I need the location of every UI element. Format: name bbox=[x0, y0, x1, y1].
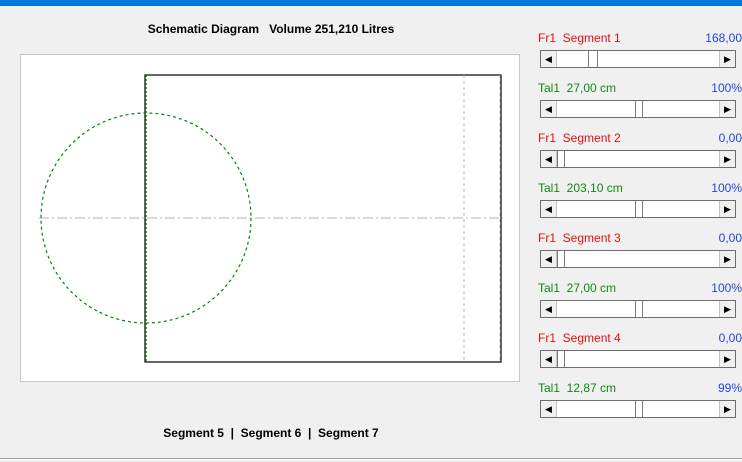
control-label: Fr1 Segment 1 bbox=[538, 31, 621, 45]
schematic-svg bbox=[39, 74, 503, 363]
arrow-left-icon[interactable]: ◀ bbox=[541, 301, 557, 317]
arrow-right-icon[interactable]: ▶ bbox=[719, 101, 735, 117]
scrollbar-thumb[interactable] bbox=[557, 251, 565, 267]
control-value: 168,00 bbox=[705, 31, 742, 45]
scrollbar-tal1[interactable]: ◀ ▶ bbox=[540, 100, 736, 118]
scrollbar-thumb[interactable] bbox=[557, 151, 565, 167]
control-fr4: Fr1 Segment 4 0,00 ◀ ▶ bbox=[538, 330, 742, 380]
arrow-right-icon[interactable]: ▶ bbox=[719, 351, 735, 367]
scrollbar-thumb[interactable] bbox=[635, 201, 643, 217]
diagram-title: Schematic Diagram Volume 251,210 Litres bbox=[147, 22, 395, 36]
control-value: 100% bbox=[711, 281, 742, 295]
control-value: 0,00 bbox=[718, 231, 742, 245]
control-label: Tal1 27,00 cm bbox=[538, 81, 617, 95]
scrollbar-track[interactable] bbox=[557, 301, 719, 317]
control-value: 0,00 bbox=[718, 331, 742, 345]
arrow-left-icon[interactable]: ◀ bbox=[541, 51, 557, 67]
control-tal4: Tal1 12,87 cm 99% ◀ ▶ bbox=[538, 380, 742, 430]
control-fr2: Fr1 Segment 2 0,00 ◀ ▶ bbox=[538, 130, 742, 180]
control-label-row: Tal1 12,87 cm 99% bbox=[538, 380, 742, 396]
title-bar-accent bbox=[0, 0, 742, 6]
arrow-left-icon[interactable]: ◀ bbox=[541, 201, 557, 217]
scrollbar-thumb[interactable] bbox=[557, 351, 565, 367]
control-value: 0,00 bbox=[718, 131, 742, 145]
scrollbar-thumb[interactable] bbox=[588, 51, 598, 67]
arrow-right-icon[interactable]: ▶ bbox=[719, 251, 735, 267]
scrollbar-tal4[interactable]: ◀ ▶ bbox=[540, 400, 736, 418]
control-label: Tal1 27,00 cm bbox=[538, 281, 617, 295]
arrow-left-icon[interactable]: ◀ bbox=[541, 251, 557, 267]
arrow-right-icon[interactable]: ▶ bbox=[719, 301, 735, 317]
control-fr1: Fr1 Segment 1 168,00 ◀ ▶ bbox=[538, 30, 742, 80]
arrow-right-icon[interactable]: ▶ bbox=[719, 151, 735, 167]
control-tal3: Tal1 27,00 cm 100% ◀ ▶ bbox=[538, 280, 742, 330]
control-label-row: Tal1 27,00 cm 100% bbox=[538, 280, 742, 296]
control-label-row: Fr1 Segment 3 0,00 bbox=[538, 230, 742, 246]
scrollbar-thumb[interactable] bbox=[635, 401, 643, 417]
arrow-right-icon[interactable]: ▶ bbox=[719, 401, 735, 417]
control-tal1: Tal1 27,00 cm 100% ◀ ▶ bbox=[538, 80, 742, 130]
control-label-row: Fr1 Segment 1 168,00 bbox=[538, 30, 742, 46]
control-label-row: Tal1 27,00 cm 100% bbox=[538, 80, 742, 96]
scrollbar-tal3[interactable]: ◀ ▶ bbox=[540, 300, 736, 318]
scrollbar-track[interactable] bbox=[557, 101, 719, 117]
control-value: 100% bbox=[711, 181, 742, 195]
scrollbar-track[interactable] bbox=[557, 251, 719, 267]
control-label-row: Tal1 203,10 cm 100% bbox=[538, 180, 742, 196]
arrow-left-icon[interactable]: ◀ bbox=[541, 101, 557, 117]
control-value: 100% bbox=[711, 81, 742, 95]
segments-caption: Segment 5 | Segment 6 | Segment 7 bbox=[163, 426, 379, 440]
control-label: Tal1 203,10 cm bbox=[538, 181, 623, 195]
control-value: 99% bbox=[717, 381, 742, 395]
control-label: Fr1 Segment 3 bbox=[538, 231, 621, 245]
scrollbar-tal2[interactable]: ◀ ▶ bbox=[540, 200, 736, 218]
scrollbar-track[interactable] bbox=[557, 351, 719, 367]
control-label: Fr1 Segment 4 bbox=[538, 331, 621, 345]
control-tal2: Tal1 203,10 cm 100% ◀ ▶ bbox=[538, 180, 742, 230]
scrollbar-track[interactable] bbox=[557, 401, 719, 417]
scrollbar-fr2[interactable]: ◀ ▶ bbox=[540, 150, 736, 168]
control-label-row: Fr1 Segment 4 0,00 bbox=[538, 330, 742, 346]
scrollbar-fr3[interactable]: ◀ ▶ bbox=[540, 250, 736, 268]
status-divider-highlight bbox=[0, 459, 742, 460]
control-label-row: Fr1 Segment 2 0,00 bbox=[538, 130, 742, 146]
scrollbar-track[interactable] bbox=[557, 151, 719, 167]
control-fr3: Fr1 Segment 3 0,00 ◀ ▶ bbox=[538, 230, 742, 280]
scrollbar-thumb[interactable] bbox=[635, 101, 643, 117]
control-label: Tal1 12,87 cm bbox=[538, 381, 617, 395]
arrow-left-icon[interactable]: ◀ bbox=[541, 351, 557, 367]
scrollbar-fr4[interactable]: ◀ ▶ bbox=[540, 350, 736, 368]
scrollbar-thumb[interactable] bbox=[635, 301, 643, 317]
schematic-canvas bbox=[20, 54, 520, 382]
arrow-left-icon[interactable]: ◀ bbox=[541, 151, 557, 167]
scrollbar-track[interactable] bbox=[557, 201, 719, 217]
arrow-left-icon[interactable]: ◀ bbox=[541, 401, 557, 417]
scrollbar-fr1[interactable]: ◀ ▶ bbox=[540, 50, 736, 68]
arrow-right-icon[interactable]: ▶ bbox=[719, 51, 735, 67]
arrow-right-icon[interactable]: ▶ bbox=[719, 201, 735, 217]
scrollbar-track[interactable] bbox=[557, 51, 719, 67]
control-label: Fr1 Segment 2 bbox=[538, 131, 621, 145]
